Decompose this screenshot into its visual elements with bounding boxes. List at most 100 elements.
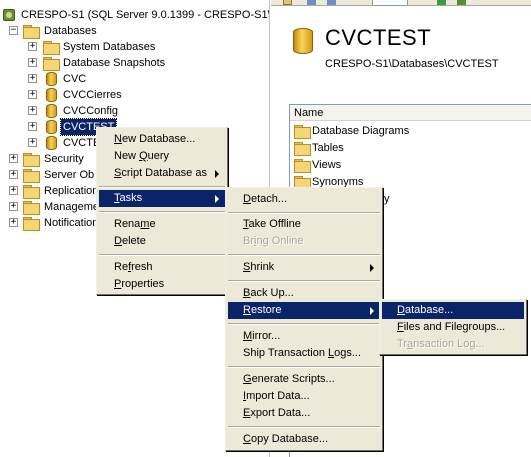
tree-node-system-databases[interactable]: + System Databases (0, 39, 269, 55)
menu-label: ng Online (256, 235, 304, 247)
menu-item-delete[interactable]: Delete (99, 233, 225, 250)
toolbar-back-icon[interactable] (307, 0, 316, 5)
database-icon (46, 136, 57, 150)
summary-title: CVCTEST (325, 25, 432, 50)
toolbar-folder-icon[interactable] (283, 0, 292, 5)
toolbar-refresh-icon[interactable] (437, 0, 446, 5)
tree-label: CVCConfig (63, 105, 119, 117)
menu-label: ake Offline (248, 218, 301, 230)
expand-icon[interactable]: + (28, 42, 37, 51)
menu-item-export-data[interactable]: Export Data... (228, 405, 380, 422)
menu-label: ogs... (334, 347, 362, 359)
mnemonic: D (114, 235, 122, 247)
database-icon (293, 28, 313, 54)
menu-item-new-database[interactable]: New Database... (99, 131, 225, 148)
menu-label: estore (250, 304, 282, 316)
menu-separator (99, 254, 225, 256)
menu-item-shrink[interactable]: Shrink (228, 259, 380, 276)
menu-item-files-and-filegroups[interactable]: Files and Filegroups... (382, 319, 524, 336)
expand-icon[interactable]: + (28, 122, 37, 131)
menu-separator (228, 212, 380, 214)
folder-icon (23, 217, 40, 231)
toolbar-forward-icon[interactable] (327, 0, 336, 5)
expand-icon[interactable]: + (28, 58, 37, 67)
menu-item-transaction-log: Transaction Log... (382, 336, 524, 353)
menu-label: e (149, 218, 156, 230)
menu-separator (228, 366, 380, 368)
mnemonic: D (397, 304, 405, 316)
menu-item-tasks[interactable]: Tasks (99, 190, 225, 207)
menu-label: xport Data... (250, 407, 311, 419)
menu-separator (99, 211, 225, 213)
tree-node-database-snapshots[interactable]: + Database Snapshots (0, 55, 269, 71)
mnemonic: R (243, 304, 251, 316)
mnemonic: Q (139, 150, 148, 162)
tree-node-db-cvc[interactable]: + CVC (0, 71, 269, 87)
expand-icon[interactable]: + (9, 170, 18, 179)
menu-item-ship-transaction-logs[interactable]: Ship Transaction Logs... (228, 345, 380, 362)
expand-icon[interactable]: + (9, 218, 18, 227)
menu-label: atabase... (404, 304, 454, 316)
menu-item-detach[interactable]: Detach... (228, 191, 380, 208)
expand-icon[interactable]: + (28, 90, 37, 99)
menu-label: Tr (397, 338, 407, 350)
tree-label: Server Ob (44, 169, 95, 181)
menu-label: Br (243, 235, 254, 247)
menu-item-restore[interactable]: Restore (228, 302, 380, 319)
menu-item-take-offline[interactable]: Take Offline (228, 216, 380, 233)
expand-icon[interactable]: + (9, 154, 18, 163)
list-item-label: y (384, 193, 390, 205)
mnemonic: M (243, 330, 253, 342)
tree-label: CVCTE (63, 137, 101, 149)
menu-label: ack Up... (250, 287, 294, 299)
tree-node-db-cvcconfig[interactable]: + CVCConfig (0, 103, 269, 119)
menu-label: New (114, 150, 140, 162)
tree-label: Manageme (44, 201, 100, 213)
menu-label: enerate Scripts... (251, 373, 335, 385)
menu-item-copy-database[interactable]: Copy Database... (228, 431, 380, 448)
list-item-label: Tables (312, 142, 344, 154)
menu-item-bring-online: Bring Online (228, 233, 380, 250)
menu-item-restore-database[interactable]: Database... (382, 302, 524, 319)
menu-label: uery (147, 150, 170, 162)
server-label: CRESPO-S1 (SQL Server 9.0.1399 - CRESPO-… (21, 9, 270, 21)
folder-icon (23, 169, 40, 183)
tree-label: CVC (63, 73, 87, 85)
collapse-icon[interactable]: − (9, 26, 18, 35)
menu-separator (228, 280, 380, 282)
expand-icon[interactable]: + (9, 202, 18, 211)
tree-node-db-cvccierres[interactable]: + CVCCierres (0, 87, 269, 103)
tree-label: Security (44, 153, 84, 165)
menu-item-back-up[interactable]: Back Up... (228, 285, 380, 302)
expand-icon[interactable]: + (28, 138, 37, 147)
mnemonic: G (243, 373, 252, 385)
menu-item-properties[interactable]: Properties (99, 276, 225, 293)
mnemonic: N (114, 133, 122, 145)
restore-submenu: Database... Files and Filegroups... Tran… (379, 299, 527, 355)
menu-item-refresh[interactable]: Refresh (99, 259, 225, 276)
tree-node-databases[interactable]: − Databases (0, 23, 269, 39)
menu-label: cript Database as (121, 167, 207, 179)
tree-node-server[interactable]: CRESPO-S1 (SQL Server 9.0.1399 - CRESPO-… (0, 7, 270, 23)
expand-icon[interactable]: + (28, 106, 37, 115)
menu-item-rename[interactable]: Rename (99, 216, 225, 233)
expand-icon[interactable]: + (9, 186, 18, 195)
menu-item-script-database-as[interactable]: Script Database as (99, 165, 225, 182)
menu-item-new-query[interactable]: New Query (99, 148, 225, 165)
server-icon (3, 9, 15, 21)
folder-icon (294, 159, 311, 173)
expand-icon[interactable]: + (28, 74, 37, 83)
menu-item-import-data[interactable]: Import Data... (228, 388, 380, 405)
column-header-name[interactable]: Name (290, 105, 531, 121)
folder-icon (294, 142, 311, 156)
toolbar-filter-icon[interactable] (457, 0, 466, 5)
mnemonic: F (397, 321, 404, 333)
menu-item-mirror[interactable]: Mirror... (228, 328, 380, 345)
menu-item-generate-scripts[interactable]: Generate Scripts... (228, 371, 380, 388)
tree-label: Database Snapshots (63, 57, 166, 69)
folder-icon (43, 41, 60, 55)
toolbar-dropdown[interactable] (372, 0, 408, 6)
menu-label: irror... (252, 330, 281, 342)
folder-icon (23, 25, 40, 39)
submenu-arrow-icon (370, 307, 374, 315)
